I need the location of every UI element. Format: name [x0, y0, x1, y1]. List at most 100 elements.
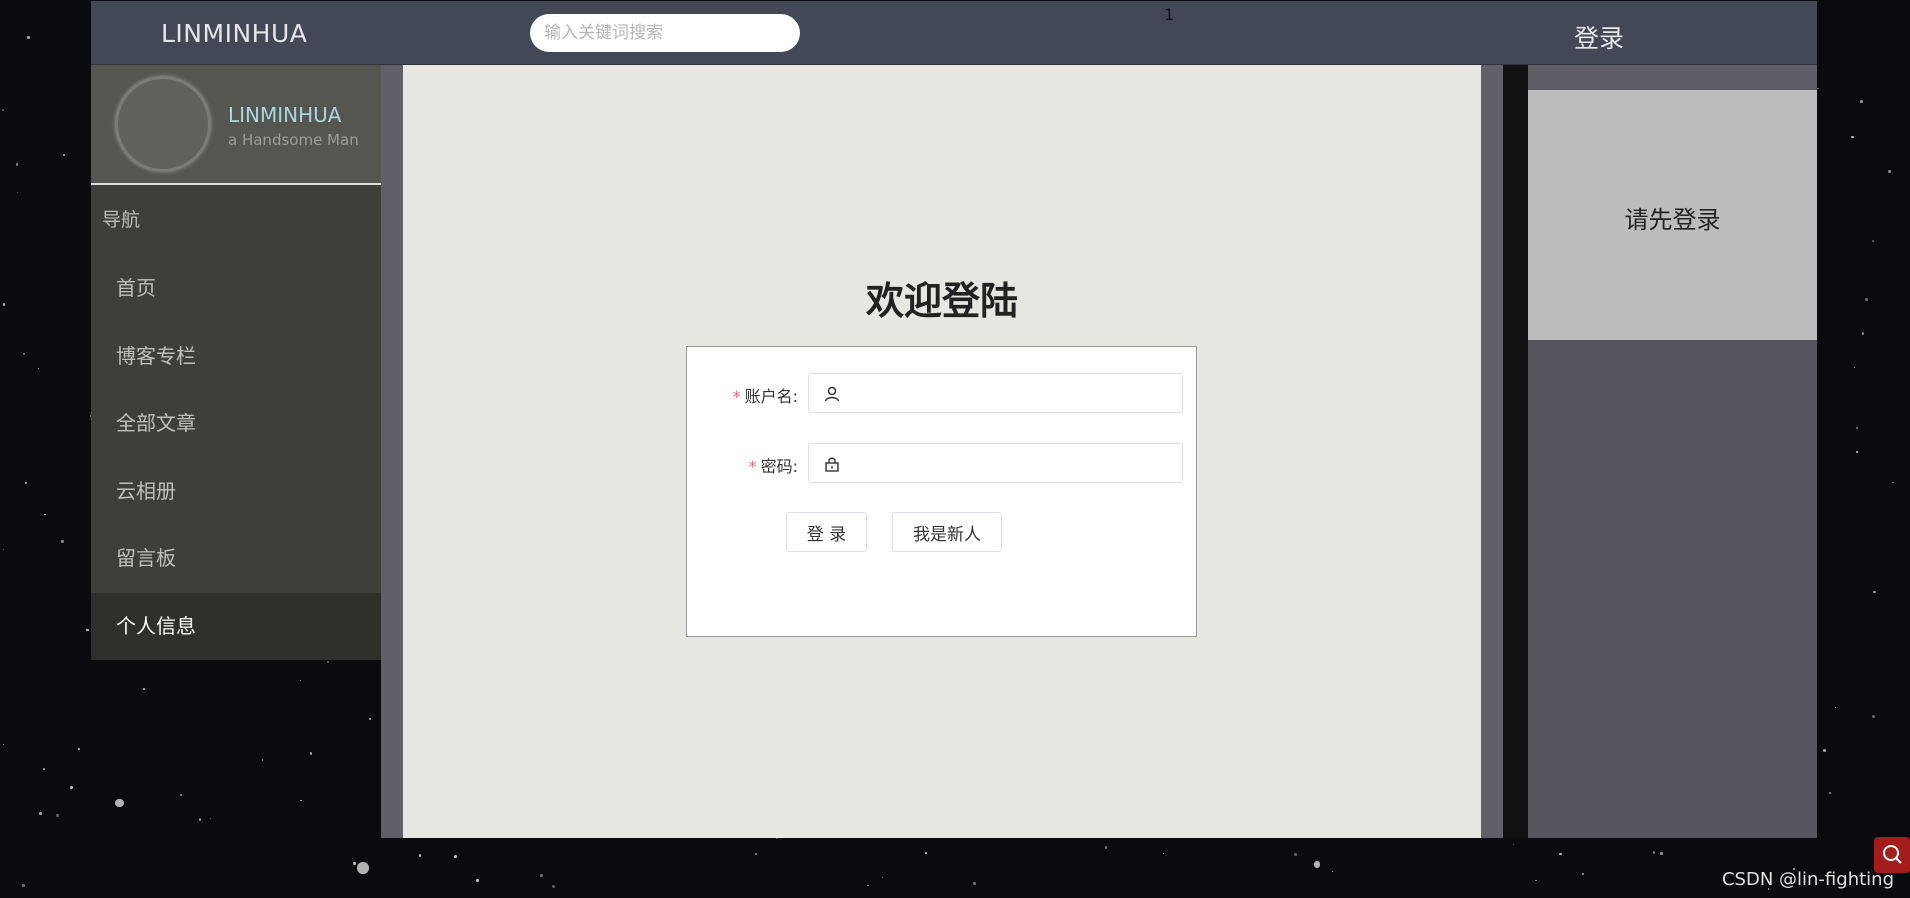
profile-card: LINMINHUA a Handsome Man [91, 65, 381, 185]
username-label-text: 账户名: [744, 387, 798, 406]
star-dot [3, 743, 5, 745]
star-dot [327, 661, 329, 663]
login-prompt: 请先登录 [1624, 206, 1721, 234]
star-dot [38, 367, 40, 370]
star-dot [1660, 852, 1663, 855]
star-dot [1559, 852, 1563, 856]
sidebar-item-message-board[interactable]: 留言板 [91, 525, 381, 593]
password-label-text: 密码: [760, 457, 798, 476]
star-dot [1872, 240, 1875, 243]
sidebar-item-all-articles[interactable]: 全部文章 [91, 390, 381, 458]
star-dot [3, 548, 5, 551]
star-dot [115, 798, 124, 808]
star-dot [1512, 843, 1515, 846]
star-dot [867, 884, 869, 887]
avatar[interactable] [115, 76, 211, 172]
required-mark: * [732, 387, 741, 406]
star-dot [540, 874, 543, 877]
password-label: * 密码: [749, 453, 798, 477]
login-button[interactable]: 登 录 [786, 512, 867, 552]
profile-subtitle: a Handsome Man [228, 131, 359, 149]
search-float-icon[interactable] [1874, 837, 1910, 873]
sidebar-item-blog-column[interactable]: 博客专栏 [91, 323, 381, 391]
password-input[interactable] [845, 444, 1179, 484]
star-dot [357, 862, 369, 874]
star-dot [552, 885, 556, 889]
star-dot [1865, 298, 1869, 301]
star-dot [1535, 879, 1538, 882]
star-dot [1871, 715, 1875, 719]
star-dot [2, 108, 4, 111]
page-counter: 1 [1164, 5, 1175, 24]
star-dot [476, 879, 479, 882]
star-dot [1860, 100, 1864, 104]
star-dot [1105, 846, 1108, 849]
star-dot [755, 853, 758, 856]
password-row: * 密码: [687, 443, 1196, 484]
star-dot [86, 628, 89, 631]
star-dot [77, 747, 80, 750]
username-input[interactable] [845, 374, 1179, 414]
star-dot [881, 876, 884, 879]
star-dot [1887, 170, 1891, 174]
profile-name: LINMINHUA [228, 103, 342, 127]
star-dot [42, 767, 45, 770]
star-dot [70, 785, 74, 789]
login-form: * 账户名: * 密码: 登 录 我是新人 [686, 346, 1197, 637]
star-dot [299, 799, 302, 802]
star-dot [453, 855, 457, 858]
star-dot [1873, 591, 1876, 594]
star-dot [1652, 851, 1656, 855]
login-link[interactable]: 登录 [1574, 19, 1624, 55]
star-dot [1855, 426, 1859, 430]
star-dot [1817, 87, 1819, 89]
star-dot [1313, 861, 1320, 868]
star-dot [23, 353, 26, 356]
sidebar-item-home[interactable]: 首页 [91, 255, 381, 323]
search-input[interactable] [530, 14, 800, 52]
star-dot [17, 192, 19, 194]
login-prompt-card: 请先登录 [1528, 90, 1817, 340]
star-dot [15, 163, 19, 166]
star-dot [1853, 367, 1856, 369]
star-dot [61, 540, 65, 543]
register-button[interactable]: 我是新人 [892, 512, 1002, 552]
right-border-strip [1481, 65, 1503, 838]
star-dot [1851, 135, 1854, 139]
star-dot [1861, 332, 1864, 335]
star-dot [1892, 481, 1894, 484]
star-dot [1162, 852, 1165, 854]
sidebar: LINMINHUA a Handsome Man 导航 首页 博客专栏 全部文章… [91, 65, 381, 660]
user-icon [824, 386, 840, 402]
star-dot [300, 679, 302, 681]
star-dot [1828, 791, 1831, 794]
required-mark: * [748, 457, 757, 476]
star-dot [1332, 870, 1334, 872]
star-dot [309, 752, 313, 756]
right-panel: 请先登录 [1528, 65, 1817, 838]
star-dot [261, 759, 264, 761]
site-brand[interactable]: LINMINHUA [161, 19, 307, 48]
star-dot [44, 514, 46, 516]
page-title: 欢迎登陆 [865, 279, 1018, 323]
star-dot [1581, 873, 1584, 875]
star-dot [419, 854, 422, 857]
star-dot [63, 153, 65, 156]
sidebar-item-personal-info[interactable]: 个人信息 [91, 592, 381, 660]
username-field[interactable] [808, 373, 1183, 414]
password-field[interactable] [808, 443, 1183, 484]
left-border-strip [381, 65, 403, 838]
star-dot [353, 862, 356, 865]
star-dot [38, 812, 42, 815]
top-navbar: LINMINHUA 1 登录 [91, 1, 1817, 65]
sidebar-item-cloud-album[interactable]: 云相册 [91, 458, 381, 526]
username-label: * 账户名: [733, 383, 798, 407]
star-dot [1293, 853, 1297, 857]
right-panel-header [1528, 65, 1817, 90]
star-dot [973, 882, 976, 885]
column-gap [1503, 65, 1528, 838]
star-dot [24, 482, 27, 485]
star-dot [1822, 748, 1826, 752]
star-dot [1855, 451, 1858, 454]
star-dot [198, 818, 202, 821]
